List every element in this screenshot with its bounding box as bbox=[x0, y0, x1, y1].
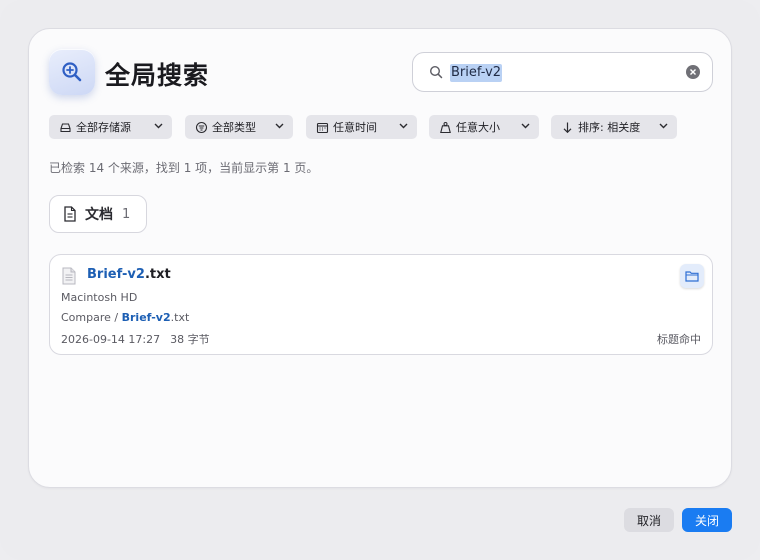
search-panel: 全局搜索 全部存储源 bbox=[28, 28, 732, 488]
filter-type[interactable]: 全部类型 bbox=[185, 115, 293, 139]
magnifier-plus-icon bbox=[49, 49, 95, 95]
reveal-in-folder-button[interactable] bbox=[680, 264, 704, 288]
result-path: Compare / Brief-v2.txt bbox=[61, 311, 189, 324]
document-icon bbox=[64, 206, 76, 222]
folder-icon bbox=[685, 271, 699, 282]
calendar-icon bbox=[316, 122, 329, 133]
arrow-down-icon bbox=[563, 122, 572, 133]
weight-icon bbox=[440, 121, 451, 133]
drive-icon bbox=[60, 122, 71, 132]
page-title: 全局搜索 bbox=[105, 61, 210, 90]
result-date: 2026-09-14 17:27 bbox=[61, 333, 161, 346]
result-file-name[interactable]: Brief-v2.txt bbox=[87, 267, 171, 282]
result-card[interactable]: Brief-v2.txt Macintosh HD Compare / Brie… bbox=[49, 254, 713, 355]
path-match-highlight: Brief-v2 bbox=[121, 311, 171, 324]
text-file-icon bbox=[62, 267, 76, 285]
filter-storage-source[interactable]: 全部存储源 bbox=[49, 115, 172, 139]
filter-size[interactable]: 任意大小 bbox=[429, 115, 539, 139]
chevron-down-icon bbox=[154, 123, 163, 129]
search-icon bbox=[429, 65, 443, 79]
chevron-down-icon bbox=[659, 123, 668, 129]
result-volume: Macintosh HD bbox=[61, 291, 138, 304]
path-suffix: .txt bbox=[170, 311, 190, 324]
clear-search-button[interactable] bbox=[686, 65, 700, 79]
close-button[interactable]: 关闭 bbox=[682, 508, 732, 532]
close-icon bbox=[690, 69, 696, 75]
search-field[interactable] bbox=[412, 52, 713, 92]
filter-label: 全部类型 bbox=[212, 121, 256, 134]
chevron-down-icon bbox=[399, 123, 408, 129]
result-size: 38 字节 bbox=[170, 333, 210, 346]
name-rest: .txt bbox=[144, 267, 171, 282]
filter-label: 任意时间 bbox=[333, 121, 377, 134]
tab-label: 文档 bbox=[85, 207, 113, 223]
filter-time[interactable]: 任意时间 bbox=[306, 115, 417, 139]
name-match-highlight: Brief-v2 bbox=[87, 267, 145, 282]
tab-count: 1 bbox=[122, 206, 131, 222]
filter-label: 全部存储源 bbox=[76, 121, 131, 134]
chevron-down-icon bbox=[275, 123, 284, 129]
sort-order[interactable]: 排序: 相关度 bbox=[551, 115, 677, 139]
path-prefix: Compare / bbox=[61, 311, 122, 324]
result-meta: 2026-09-14 17:27 38 字节 bbox=[61, 331, 210, 347]
cancel-button[interactable]: 取消 bbox=[624, 508, 674, 532]
filter-icon bbox=[195, 121, 208, 133]
dialog-window: 全局搜索 全部存储源 bbox=[0, 0, 760, 560]
search-status-text: 已检索 14 个来源，找到 1 项，当前显示第 1 页。 bbox=[49, 161, 319, 175]
filter-label: 任意大小 bbox=[456, 121, 500, 134]
tab-documents[interactable]: 文档 1 bbox=[49, 195, 147, 233]
filter-label: 排序: 相关度 bbox=[578, 121, 641, 134]
match-type-label: 标题命中 bbox=[657, 333, 701, 346]
search-input[interactable] bbox=[451, 64, 686, 80]
chevron-down-icon bbox=[521, 123, 530, 129]
